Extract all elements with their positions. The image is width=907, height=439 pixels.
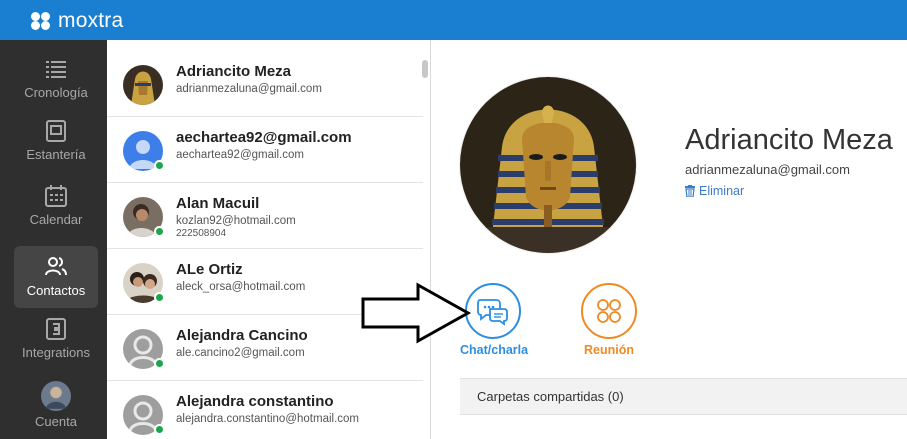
contact-email: aechartea92@gmail.com: [176, 149, 305, 161]
meeting-label: Reunión: [584, 343, 634, 357]
top-bar: moxtra: [0, 0, 907, 40]
contact-name: Alan Macuil: [176, 195, 260, 212]
contact-detail-pane: Adriancito Meza adrianmezaluna@gmail.com…: [432, 40, 907, 439]
calendar-icon: [45, 185, 67, 207]
contact-email: kozlan92@hotmail.com: [176, 215, 296, 227]
online-status-dot: [154, 424, 165, 435]
profile-photo: [460, 77, 636, 253]
contact-email: alejandra.constantino@hotmail.com: [176, 413, 359, 425]
contact-list-item[interactable]: Alan Macuil kozlan92@hotmail.com 2225089…: [107, 184, 423, 249]
online-status-dot: [154, 160, 165, 171]
meeting-icon: [581, 283, 637, 339]
contact-name: Alejandra Cancino: [176, 327, 308, 344]
sidebar-item-label: Estantería: [26, 147, 86, 162]
sidebar-item-label: Contactos: [26, 283, 86, 298]
sidebar-item-label: Cuenta: [35, 414, 77, 429]
sidebar-item-contactos[interactable]: Contactos: [14, 246, 98, 308]
contact-detail-name: Adriancito Meza: [685, 124, 893, 156]
annotation-arrow-icon: [361, 282, 472, 344]
chat-label: Chat/charla: [460, 343, 529, 357]
sidebar-item-label: Integrations: [22, 345, 90, 360]
sidebar-nav: Cronología Estantería Calendar Contactos…: [0, 40, 107, 439]
contact-name: Adriancito Meza: [176, 63, 292, 80]
online-status-dot: [154, 226, 165, 237]
contact-name: ALe Ortiz: [176, 261, 243, 278]
sidebar-item-estanteria[interactable]: Estantería: [14, 110, 98, 172]
timeline-icon: [46, 61, 66, 78]
contact-detail-email: adrianmezaluna@gmail.com: [685, 162, 850, 177]
contact-list-item[interactable]: aechartea92@gmail.com aechartea92@gmail.…: [107, 118, 423, 183]
sidebar-item-integrations[interactable]: Integrations: [14, 308, 98, 370]
sidebar-item-label: Calendar: [29, 212, 83, 227]
contact-email: adrianmezaluna@gmail.com: [176, 83, 322, 95]
contact-name: aechartea92@gmail.com: [176, 129, 352, 146]
contact-list-scrollbar[interactable]: [422, 60, 428, 78]
sidebar-item-calendar[interactable]: Calendar: [14, 175, 98, 237]
trash-icon: [685, 185, 695, 197]
logo-text: moxtra: [58, 9, 124, 32]
sidebar-item-cuenta[interactable]: Cuenta: [14, 376, 98, 438]
meeting-button[interactable]: Reunión: [576, 283, 642, 357]
delete-label: Eliminar: [699, 184, 745, 198]
contact-phone: 222508904: [176, 228, 227, 239]
moxtra-logo[interactable]: moxtra: [31, 9, 123, 33]
sidebar-item-label: Cronología: [24, 85, 88, 100]
chat-icon: [465, 283, 521, 339]
contact-name: Alejandra constantino: [176, 393, 334, 410]
shared-folders-header[interactable]: Carpetas compartidas (0): [460, 378, 907, 415]
shared-folders-label: Carpetas compartidas (0): [477, 389, 624, 404]
integrations-icon: [46, 318, 66, 340]
contact-list-item[interactable]: Adriancito Meza adrianmezaluna@gmail.com: [107, 52, 423, 117]
contact-email: ale.cancino2@gmail.com: [176, 347, 305, 359]
contact-avatar: [123, 65, 163, 105]
account-avatar: [41, 381, 71, 411]
contact-email: aleck_orsa@hotmail.com: [176, 281, 306, 293]
contact-list-item[interactable]: Alejandra constantino alejandra.constant…: [107, 382, 423, 439]
contacts-icon: [45, 257, 67, 276]
binder-icon: [46, 120, 66, 142]
delete-contact-link[interactable]: Eliminar: [685, 184, 744, 198]
online-status-dot: [154, 292, 165, 303]
sidebar-item-cronologia[interactable]: Cronología: [14, 48, 98, 110]
logo-icon: [31, 12, 55, 30]
online-status-dot: [154, 358, 165, 369]
contact-list: Adriancito Meza adrianmezaluna@gmail.com…: [107, 40, 431, 439]
